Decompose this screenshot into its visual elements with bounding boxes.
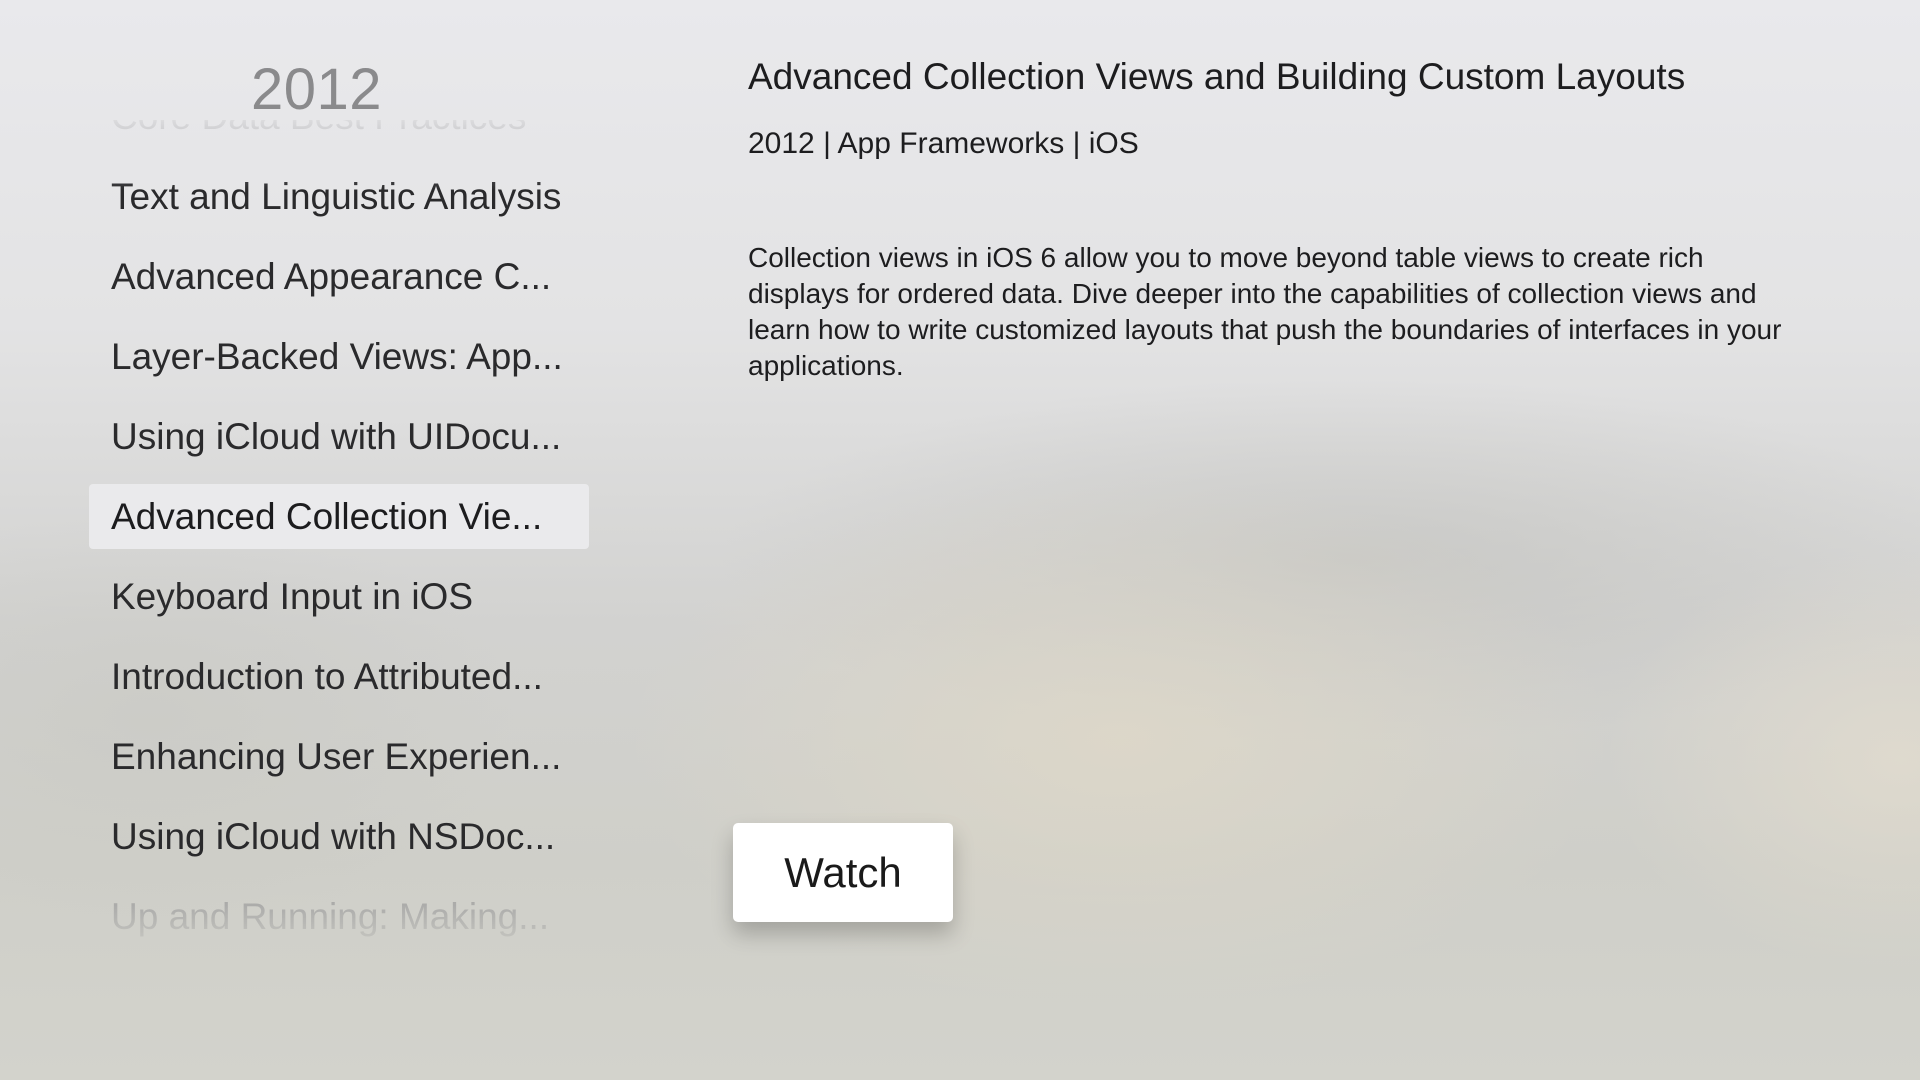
session-description: Collection views in iOS 6 allow you to m…	[748, 242, 1782, 381]
session-item-label: Layer-Backed Views: App...	[111, 335, 563, 377]
session-item[interactable]: Enhancing User Experien...	[89, 724, 589, 789]
session-item-label: Up and Running: Making...	[111, 895, 550, 937]
session-item[interactable]: Advanced Appearance C...	[89, 244, 589, 309]
session-item[interactable]: Core Data Best Practices	[89, 120, 589, 149]
session-item-label: Core Data Best Practices	[111, 120, 526, 138]
session-item[interactable]: Keyboard Input in iOS	[89, 564, 589, 629]
session-item-label: Introduction to Attributed...	[111, 655, 543, 697]
session-item[interactable]: Text and Linguistic Analysis	[89, 164, 589, 229]
session-item-label: Advanced Appearance C...	[111, 255, 552, 297]
session-item[interactable]: Introduction to Attributed...	[89, 644, 589, 709]
session-title: Advanced Collection Views and Building C…	[748, 56, 1686, 97]
session-item[interactable]: Using iCloud with UIDocu...	[89, 404, 589, 469]
watch-button[interactable]: Watch	[733, 823, 953, 922]
session-item[interactable]: Using iCloud with NSDoc...	[89, 804, 589, 869]
session-detail-panel: Advanced Collection Views and Building C…	[733, 0, 1868, 1080]
session-item-label: Text and Linguistic Analysis	[111, 175, 562, 217]
session-list-items: Core Data Best Practices Text and Lingui…	[89, 120, 589, 950]
session-item-label: Enhancing User Experien...	[111, 735, 562, 777]
session-item[interactable]: Up and Running: Making...	[89, 884, 589, 949]
session-meta: 2012 | App Frameworks | iOS	[748, 127, 1139, 160]
session-item-label: Keyboard Input in iOS	[111, 575, 473, 617]
session-list-column: 2012 Core Data Best Practices Text and L…	[89, 0, 589, 1080]
session-item-selected[interactable]: Advanced Collection Vie...	[89, 484, 589, 549]
session-item[interactable]: Layer-Backed Views: App...	[89, 324, 589, 389]
session-item-label: Using iCloud with NSDoc...	[111, 815, 556, 857]
year-heading: 2012	[250, 57, 383, 122]
session-list[interactable]: Core Data Best Practices Text and Lingui…	[89, 120, 589, 950]
session-item-label: Advanced Collection Vie...	[111, 495, 543, 537]
session-item-label: Using iCloud with UIDocu...	[111, 415, 562, 457]
